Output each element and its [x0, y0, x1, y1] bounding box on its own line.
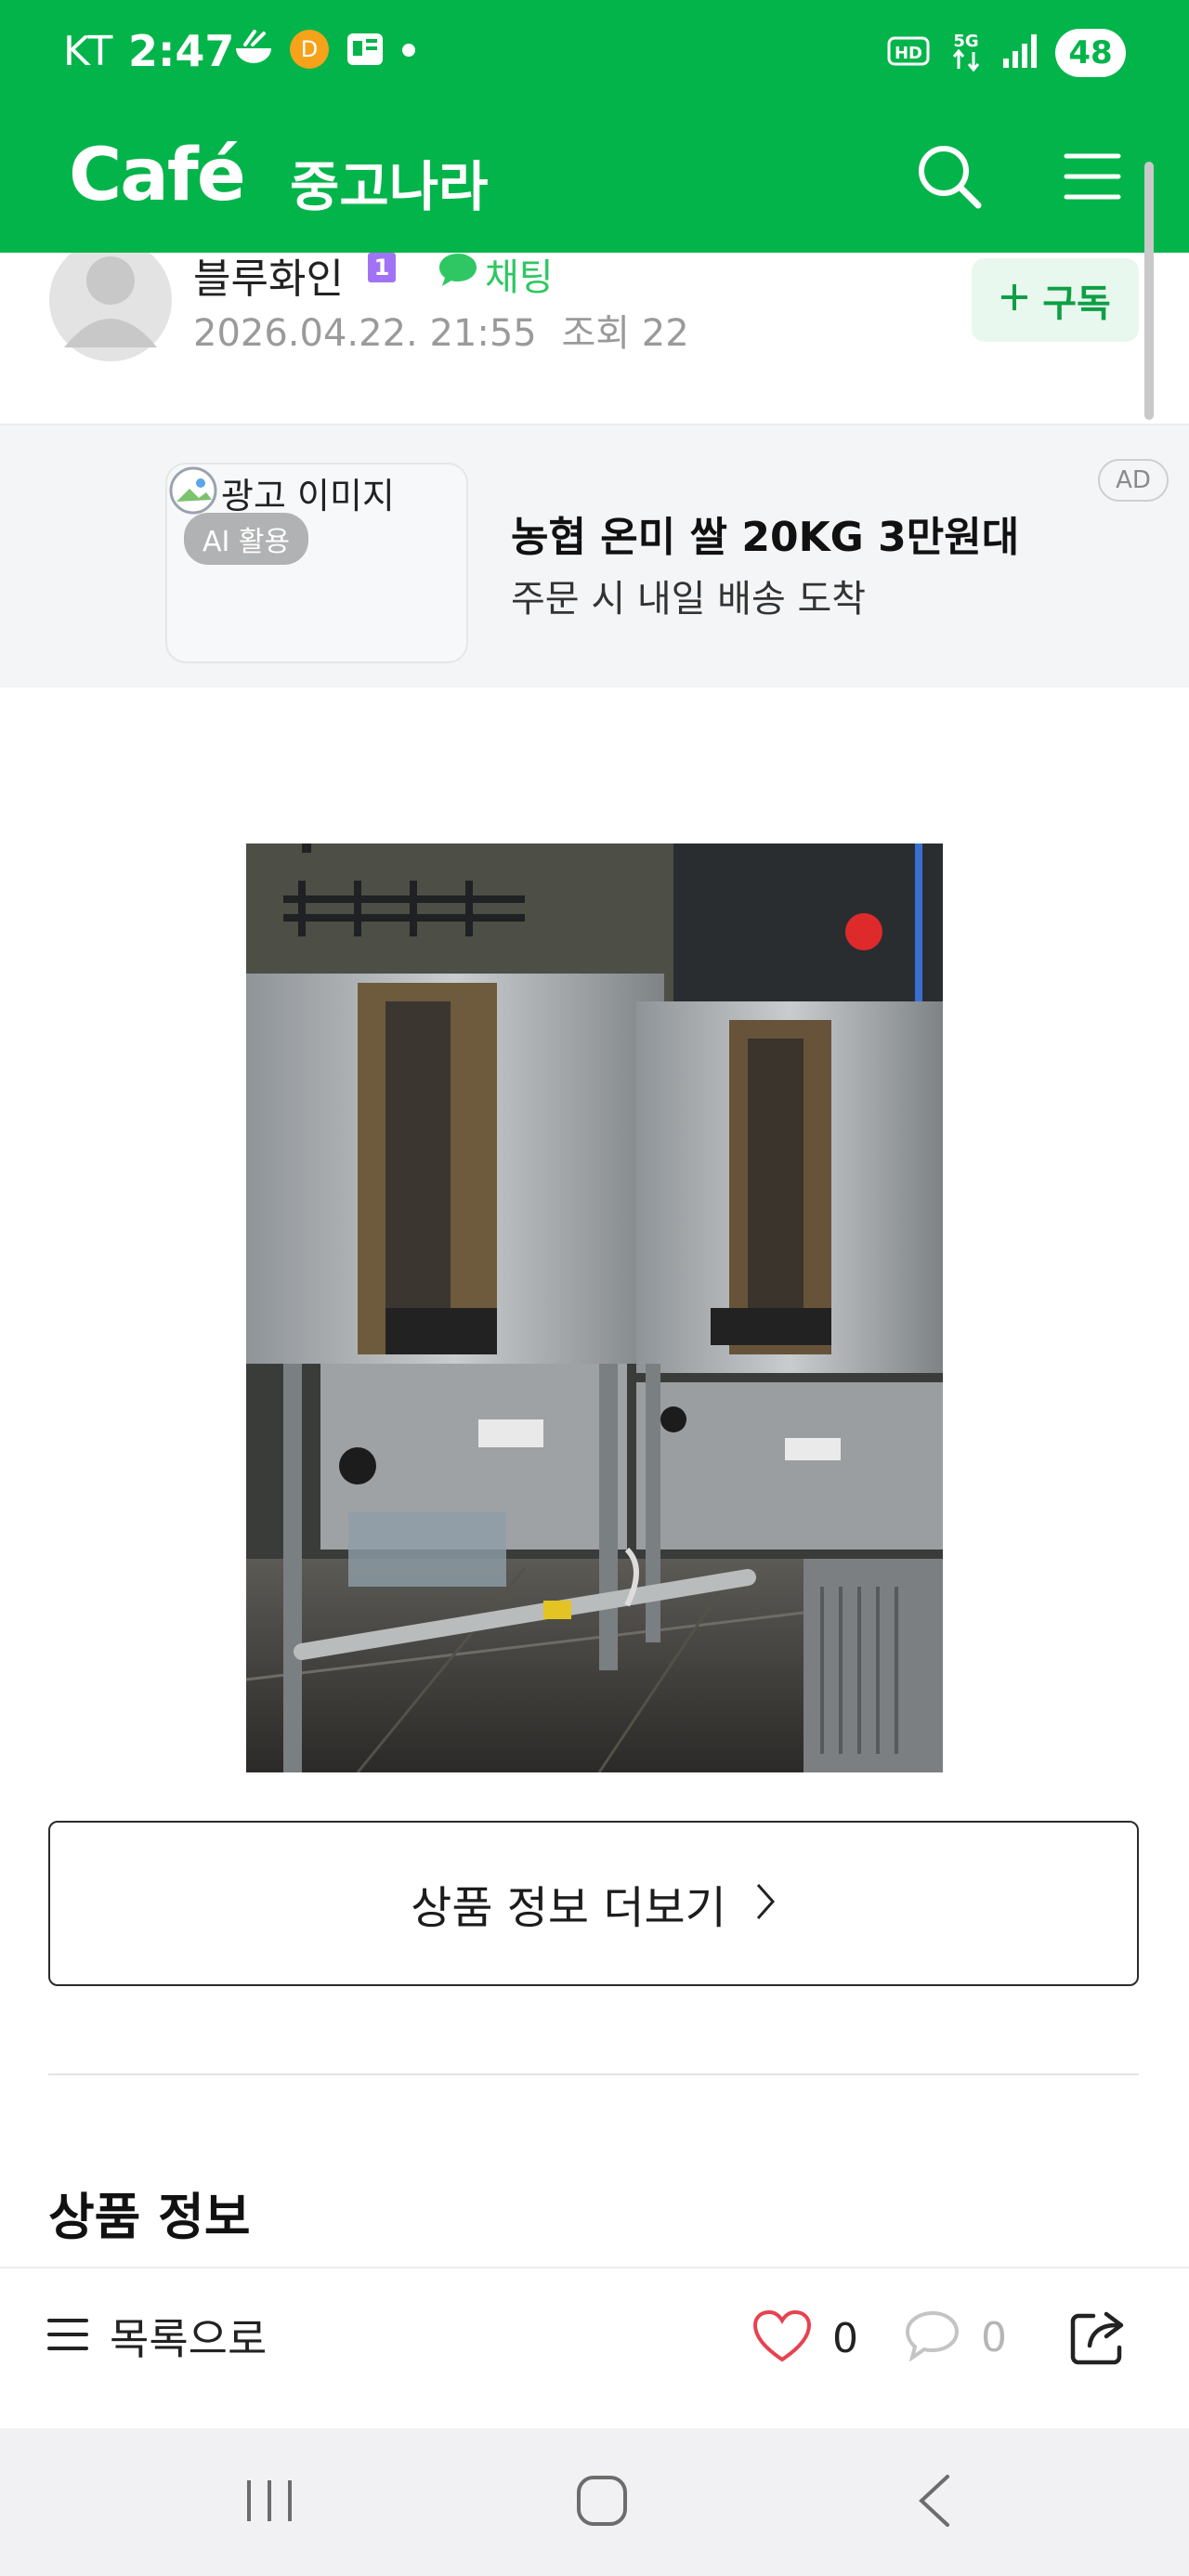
home-icon [574, 2473, 630, 2532]
chat-label: 채팅 [485, 256, 554, 299]
app-header: Café 중고나라 [0, 111, 1189, 253]
comment-count: 0 [981, 2313, 1007, 2361]
back-icon [914, 2473, 955, 2532]
list-icon [46, 2316, 89, 2357]
scrollbar[interactable] [1144, 162, 1154, 420]
like-button[interactable]: 0 [752, 2309, 858, 2367]
ad-image-alt: 광고 이미지 [221, 475, 395, 517]
subscribe-label: 구독 [1042, 282, 1111, 325]
subscribe-button[interactable]: 구독 [972, 258, 1139, 342]
svg-text:5G: 5G [953, 32, 978, 51]
share-icon [1069, 2308, 1129, 2370]
avatar[interactable] [48, 253, 173, 362]
product-info-more-button[interactable]: 상품 정보 더보기 [48, 1821, 1139, 1986]
app-badge-icon: D [288, 28, 331, 74]
dot-icon [399, 28, 418, 74]
product-info-heading: 상품 정보 [48, 2188, 251, 2246]
food-icon [232, 28, 275, 74]
signal-icon [1001, 33, 1039, 73]
network-5g-icon: 5G [947, 28, 985, 78]
back-to-list-button[interactable]: 목록으로 [46, 2306, 267, 2367]
broken-image: 광고 이미지 [167, 464, 395, 520]
battery-indicator: 48 [1055, 29, 1126, 77]
post-meta: 2026.04.22. 21:55 조회 22 [193, 303, 689, 357]
ai-badge: AI 활용 [184, 513, 309, 565]
author-info: 블루화인 1 채팅 2026.04.22. 21:55 조회 22 구독 [0, 253, 1189, 424]
hd-icon: HD [886, 33, 931, 73]
menu-icon [1063, 150, 1122, 206]
plus-icon [1000, 279, 1029, 321]
chat-link[interactable]: 채팅 [437, 247, 554, 301]
system-icons: HD 5G 48 [886, 28, 1126, 78]
comment-icon [905, 2309, 960, 2365]
ad-tag[interactable]: AD [1098, 459, 1169, 502]
recent-apps-icon [242, 2477, 297, 2529]
notification-icons: D [232, 28, 418, 74]
svg-text:HD: HD [895, 44, 922, 63]
svg-text:D: D [301, 36, 318, 62]
search-button[interactable] [903, 132, 996, 225]
more-button-label: 상품 정보 더보기 [411, 1882, 726, 1934]
like-count: 0 [832, 2314, 858, 2362]
comment-button[interactable]: 0 [905, 2309, 1007, 2365]
broken-image-icon [167, 464, 219, 520]
product-photo[interactable] [246, 843, 943, 1772]
chat-bubble-icon [437, 251, 479, 297]
menu-button[interactable] [1046, 132, 1139, 225]
home-button[interactable] [537, 2456, 667, 2549]
ad-image[interactable]: 광고 이미지 AI 활용 [165, 463, 468, 663]
bottom-action-bar: 목록으로 0 0 [0, 2267, 1189, 2428]
ad-banner[interactable]: 광고 이미지 AI 활용 농협 온미 쌀 20KG 3만원대 주문 시 내일 배… [0, 425, 1189, 687]
news-icon [344, 28, 386, 74]
cafe-title[interactable]: 중고나라 [290, 143, 488, 221]
status-bar: KT 2:47 D HD 5G 48 [0, 0, 1189, 111]
app-top-bar: KT 2:47 D HD 5G 48 Café 중고나라 [0, 0, 1189, 253]
heart-icon [752, 2309, 812, 2367]
share-button[interactable] [1066, 2302, 1131, 2376]
member-level-badge: 1 [368, 253, 396, 282]
back-button[interactable] [869, 2456, 1000, 2549]
system-navigation-bar [0, 2428, 1189, 2576]
back-to-list-label: 목록으로 [110, 2314, 268, 2364]
ad-title[interactable]: 농협 온미 쌀 20KG 3만원대 [511, 503, 1019, 563]
clock: 2:47 [128, 26, 235, 76]
ad-subtitle: 주문 시 내일 배송 도착 [511, 578, 867, 621]
chevron-right-icon [754, 1881, 777, 1926]
divider [48, 2073, 1139, 2075]
carrier-label: KT [63, 28, 114, 75]
post-date: 2026.04.22. 21:55 [193, 312, 537, 355]
cafe-logo[interactable]: Café [69, 134, 246, 217]
recent-apps-button[interactable] [204, 2456, 334, 2549]
author-name[interactable]: 블루화인 [193, 245, 344, 305]
view-count: 조회 22 [561, 312, 689, 355]
search-icon [915, 142, 984, 215]
